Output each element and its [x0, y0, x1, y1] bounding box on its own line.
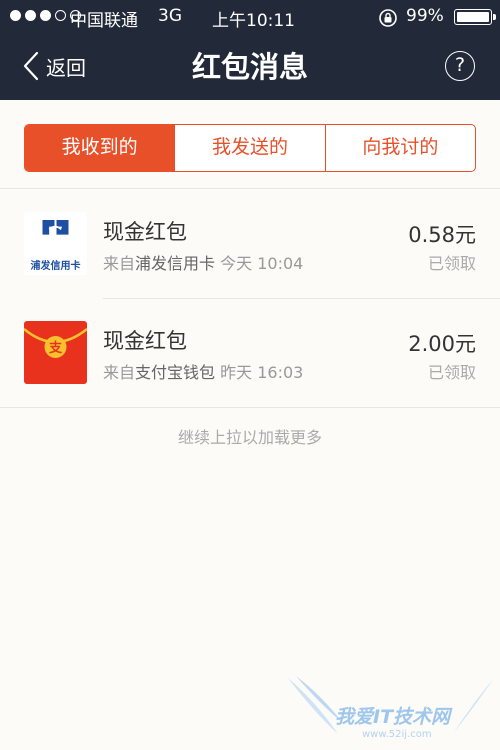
top-bar: 中国联通 3G 上午10:11 99% 返回 红包消息 ? [0, 0, 500, 100]
sender-name: 支付宝钱包 [135, 363, 216, 382]
item-time: 昨天 16:03 [220, 363, 304, 382]
question-mark-icon: ? [454, 54, 466, 76]
divider [0, 407, 500, 408]
alipay-red-envelope-icon: 支 [24, 321, 87, 384]
battery-percent: 99% [406, 6, 444, 26]
item-title: 现金红包 [103, 329, 187, 353]
page-title: 红包消息 [191, 50, 308, 84]
item-time: 今天 10:04 [220, 254, 304, 273]
sender-name: 浦发信用卡 [135, 254, 216, 273]
item-status: 已领取 [427, 363, 476, 382]
status-bar: 中国联通 3G 上午10:11 99% [0, 0, 500, 34]
list-item[interactable]: 浦发信用卡 现金红包 来自浦发信用卡 今天 10:04 0.58元 已领取 [0, 189, 500, 299]
battery-fill [457, 12, 489, 22]
load-more-hint: 继续上拉以加载更多 [177, 428, 322, 447]
item-title: 现金红包 [103, 220, 187, 244]
spdb-logo-icon: 浦发信用卡 [24, 212, 87, 275]
tab-sent[interactable]: 我发送的 [174, 125, 324, 171]
status-time: 上午10:11 [212, 11, 295, 31]
tab-requested[interactable]: 向我讨的 [324, 125, 475, 171]
tab-received[interactable]: 我收到的 [25, 125, 175, 171]
watermark-text: 我爱IT技术网 [335, 706, 451, 728]
from-prefix: 来自 [103, 254, 136, 273]
spdb-logo-text: 浦发信用卡 [30, 261, 81, 272]
item-subtitle: 来自浦发信用卡 今天 10:04 [103, 250, 303, 274]
item-status: 已领取 [427, 254, 476, 273]
from-prefix: 来自 [103, 363, 136, 382]
tab-bar: 我收到的 我发送的 向我讨的 [24, 124, 476, 172]
help-button[interactable]: ? [445, 51, 475, 81]
carrier-name: 中国联通 [70, 11, 138, 31]
item-subtitle: 来自支付宝钱包 昨天 16:03 [103, 359, 303, 383]
item-amount: 2.00元 [408, 332, 476, 356]
alipay-glyph: 支 [48, 340, 63, 356]
battery-icon [454, 9, 496, 25]
network-type: 3G [158, 6, 182, 26]
item-amount: 0.58元 [408, 223, 476, 247]
rotation-lock-icon [379, 9, 397, 27]
watermark-url: www.52ij.com [362, 729, 432, 740]
list-item[interactable]: 支 现金红包 来自支付宝钱包 昨天 16:03 2.00元 已领取 [0, 298, 500, 408]
